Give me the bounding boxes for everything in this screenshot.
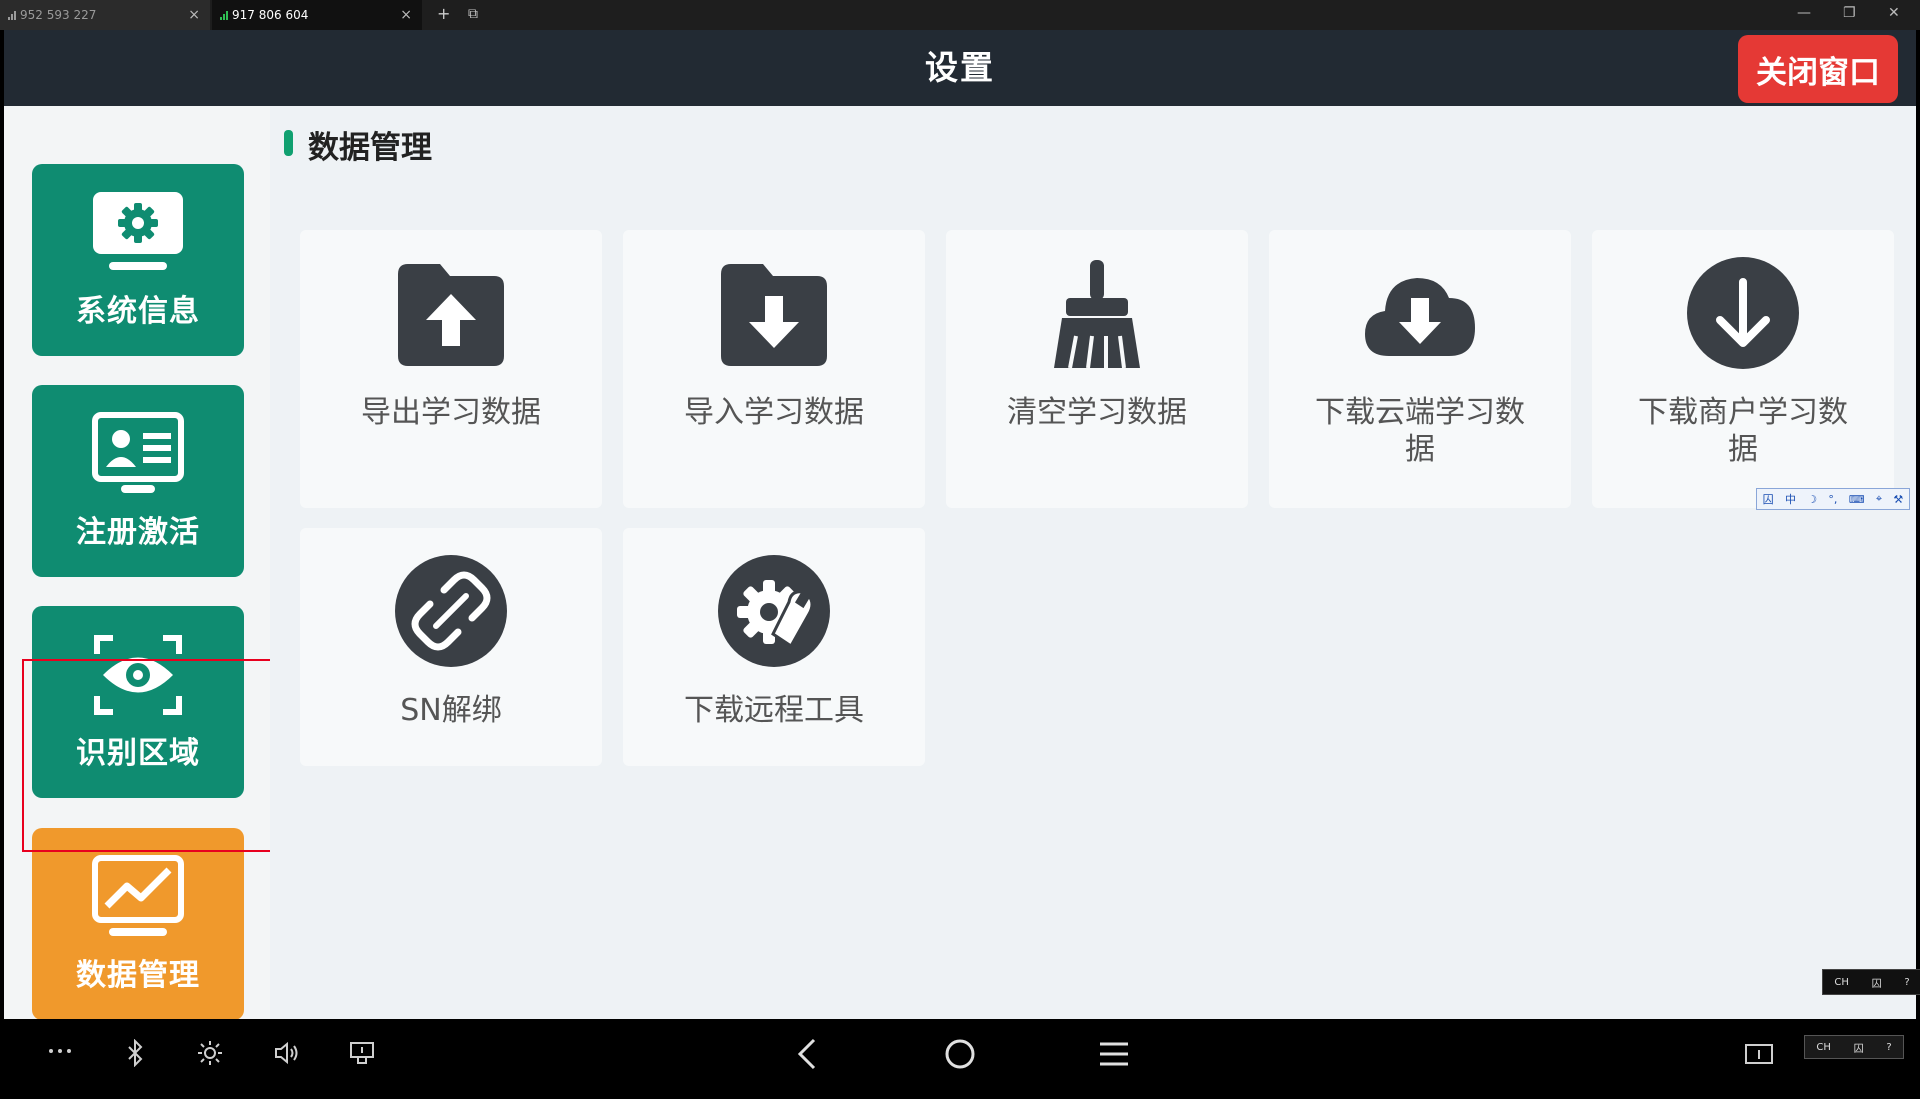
ime-toolbar[interactable]: 囚 中 ☽ °, ⌨ ⌖ ⚒ (1756, 488, 1910, 510)
help-icon[interactable]: ? (1886, 1042, 1891, 1053)
sidebar-item-system-info[interactable]: 系统信息 (32, 164, 244, 356)
screenshot-icon[interactable] (348, 1039, 376, 1067)
card-label: 清空学习数据 (1007, 395, 1187, 430)
remote-tab-label: 917 806 604 (232, 8, 309, 22)
card-label: SN解绑 (400, 693, 502, 728)
menu-icon[interactable] (1097, 1037, 1131, 1071)
ime-tray[interactable]: CH 囚 ? (1822, 969, 1920, 995)
remote-tab-label: 952 593 227 (20, 8, 97, 22)
folder-download-icon (721, 264, 827, 366)
ime-lang-label: CH (1834, 976, 1849, 988)
brightness-icon[interactable] (196, 1039, 224, 1067)
remote-tab-2[interactable]: 917 806 604 × (212, 0, 422, 30)
sidebar-item-register-activate[interactable]: 注册激活 (32, 385, 244, 577)
folder-upload-icon (398, 264, 504, 366)
ime-status-icon[interactable]: 囚 (1763, 491, 1774, 507)
sidebar: 系统信息 注册激活 识别区域 数据管理 (4, 106, 297, 1020)
more-icon[interactable] (46, 1037, 74, 1065)
card-label: 下载云端学习数 据 (1315, 395, 1525, 467)
sidebar-item-label: 系统信息 (76, 294, 200, 329)
minimize-button[interactable]: — (1797, 5, 1811, 21)
signal-icon (220, 10, 228, 20)
sidebar-item-label: 注册激活 (76, 515, 200, 550)
card-label: 下载远程工具 (684, 693, 864, 728)
main-content: 数据管理 导出学习数据 导入学习数据 清空学习数据 下载云端学习数 据 下载商户… (270, 106, 1916, 1019)
monitor-gear-icon (93, 192, 183, 270)
circle-arrow-down-icon (1687, 257, 1799, 369)
sn-unbind-card[interactable]: SN解绑 (300, 528, 602, 766)
ime-mode-icon[interactable]: 中 (1785, 491, 1796, 507)
sidebar-item-recognition-area[interactable]: 识别区域 (32, 606, 244, 798)
gear-wrench-icon (718, 555, 830, 667)
card-label: 下载商户学习数 据 (1638, 395, 1848, 467)
window-switch-icon[interactable] (1744, 1041, 1774, 1067)
volume-icon[interactable] (272, 1039, 300, 1067)
signal-icon (8, 10, 16, 20)
close-window-button[interactable]: 关闭窗口 (1738, 35, 1898, 103)
sidebar-item-data-management[interactable]: 数据管理 (32, 828, 244, 1020)
bluetooth-icon[interactable] (121, 1039, 149, 1067)
sidebar-item-label: 识别区域 (76, 736, 200, 771)
import-learning-data-card[interactable]: 导入学习数据 (623, 230, 925, 508)
ime-keyboard-icon[interactable]: ⌨ (1849, 493, 1865, 506)
sidebar-item-label: 数据管理 (76, 958, 200, 993)
monitor-chart-icon (92, 855, 184, 936)
clear-learning-data-card[interactable]: 清空学习数据 (946, 230, 1248, 508)
page-title: 设置 (925, 48, 995, 87)
ime-punctuation-icon[interactable]: °, (1828, 493, 1837, 506)
ime-moon-icon[interactable]: ☽ (1807, 493, 1817, 506)
back-icon[interactable] (792, 1037, 824, 1071)
download-remote-tool-card[interactable]: 下载远程工具 (623, 528, 925, 766)
maximize-button[interactable]: ❐ (1843, 5, 1856, 21)
download-cloud-learning-data-card[interactable]: 下载云端学习数 据 (1269, 230, 1571, 508)
remote-tab-strip: 952 593 227 × 917 806 604 × + ⧉ — ❐ ✕ (0, 0, 1920, 30)
new-tab-button[interactable]: + (437, 4, 450, 23)
ime-tools-icon[interactable]: ⚒ (1893, 493, 1903, 506)
home-icon[interactable] (943, 1037, 977, 1071)
ime-status-icon[interactable]: 囚 (1872, 975, 1882, 990)
cloud-download-icon (1365, 278, 1475, 356)
title-bar: 设置 关闭窗口 (4, 30, 1916, 106)
broom-icon (1054, 260, 1140, 369)
download-merchant-learning-data-card[interactable]: 下载商户学习数 据 (1592, 230, 1894, 508)
id-card-icon (92, 412, 184, 493)
card-label: 导入学习数据 (684, 395, 864, 430)
ime-status-icon[interactable]: 囚 (1854, 1040, 1864, 1055)
ime-target-icon[interactable]: ⌖ (1876, 492, 1882, 506)
card-label: 导出学习数据 (361, 395, 541, 430)
help-icon[interactable]: ? (1904, 977, 1909, 988)
export-learning-data-card[interactable]: 导出学习数据 (300, 230, 602, 508)
window-close-button[interactable]: ✕ (1888, 5, 1900, 21)
eye-scan-icon (94, 635, 182, 715)
tab-close-icon[interactable]: × (400, 7, 412, 23)
unlink-icon (395, 555, 507, 667)
section-accent-bar (284, 130, 293, 156)
ime-lang-label: CH (1816, 1041, 1831, 1053)
section-title: 数据管理 (308, 130, 432, 166)
settings-app: 设置 关闭窗口 系统信息 注册激活 识别区域 数据管理 数据管理 导出学习数据 … (4, 30, 1920, 1020)
restore-tab-button[interactable]: ⧉ (468, 6, 478, 22)
system-navigation-bar: CH 囚 ? (0, 1019, 1920, 1099)
tab-close-icon[interactable]: × (188, 7, 200, 23)
ime-tray[interactable]: CH 囚 ? (1804, 1035, 1904, 1059)
remote-tab-1[interactable]: 952 593 227 × (0, 0, 210, 30)
